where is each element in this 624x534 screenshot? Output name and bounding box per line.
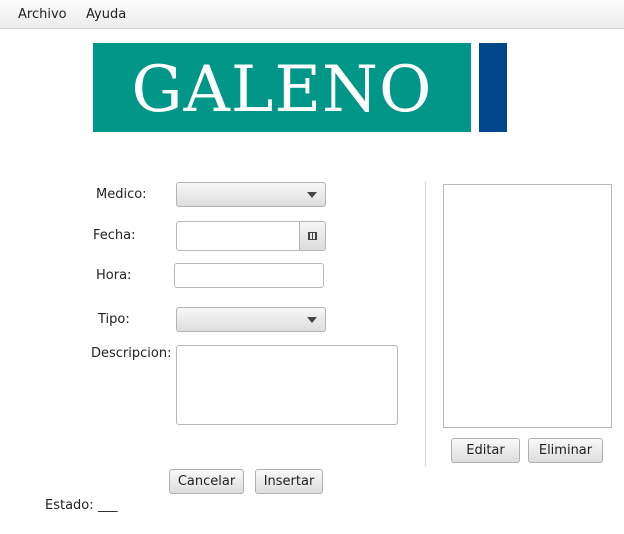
- logo-accent-bar: [479, 43, 507, 132]
- calendar-icon: [308, 232, 317, 240]
- date-picker-button[interactable]: [299, 221, 326, 251]
- menu-ayuda[interactable]: Ayuda: [86, 7, 126, 22]
- hora-field[interactable]: [174, 263, 324, 288]
- citas-list[interactable]: [443, 184, 612, 428]
- estado-value: ___: [98, 498, 118, 513]
- chevron-down-icon: [307, 192, 317, 198]
- insertar-button[interactable]: Insertar: [255, 469, 323, 494]
- fecha-field[interactable]: [176, 221, 300, 251]
- menu-bar: Archivo Ayuda: [0, 0, 624, 29]
- estado-label: Estado:: [45, 498, 94, 513]
- menu-archivo[interactable]: Archivo: [18, 7, 67, 22]
- chevron-down-icon: [307, 317, 317, 323]
- fecha-label: Fecha:: [93, 228, 136, 243]
- eliminar-button[interactable]: Eliminar: [528, 438, 603, 463]
- cancelar-button[interactable]: Cancelar: [169, 469, 244, 494]
- tipo-label: Tipo:: [98, 312, 130, 327]
- descripcion-textarea[interactable]: [176, 345, 398, 425]
- vertical-separator: [425, 182, 426, 466]
- hora-label: Hora:: [96, 268, 132, 283]
- editar-button[interactable]: Editar: [451, 438, 520, 463]
- descripcion-label: Descripcion:: [91, 346, 172, 361]
- medico-combo[interactable]: [176, 182, 326, 207]
- medico-label: Medico:: [96, 187, 147, 202]
- tipo-combo[interactable]: [176, 307, 326, 332]
- logo-text: GALENO: [131, 52, 433, 127]
- galeno-logo: GALENO: [93, 43, 471, 132]
